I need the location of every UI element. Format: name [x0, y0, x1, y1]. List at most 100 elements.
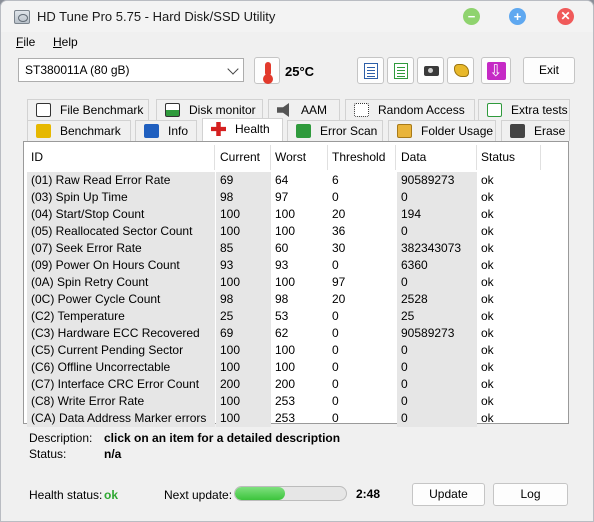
table-row[interactable]: (01) Raw Read Error Rate 69 64 6 90589273 ok	[27, 172, 565, 189]
menu-help[interactable]: Help	[53, 35, 78, 49]
column-header-data[interactable]: Data	[397, 145, 477, 170]
health-cross-icon	[211, 122, 226, 136]
hands-button[interactable]	[447, 57, 474, 84]
tab-random-access[interactable]: Random Access	[345, 99, 475, 120]
table-row[interactable]: (C3) Hardware ECC Recovered 69 62 0 90589273…	[27, 325, 565, 342]
cell-data: 382343073	[397, 240, 477, 257]
column-header-id[interactable]: ID	[27, 145, 215, 170]
tab-error-scan[interactable]: Error Scan	[287, 120, 383, 141]
tab-health[interactable]: Health	[202, 118, 283, 141]
update-button[interactable]: Update	[412, 483, 485, 506]
drive-select-value: ST380011A (80 gB)	[25, 63, 130, 77]
health-status-value: ok	[104, 488, 119, 502]
tab-health-label: Health	[235, 122, 270, 136]
drive-select[interactable]: ST380011A (80 gB)	[18, 58, 244, 82]
tab-extra-tests[interactable]: Extra tests	[478, 99, 570, 120]
cell-worst: 98	[275, 292, 289, 306]
cell-status: ok	[481, 309, 494, 323]
cell-data: 0	[397, 274, 477, 291]
cell-status: ok	[481, 173, 494, 187]
cell-data: 0	[397, 393, 477, 410]
column-header-status[interactable]: Status	[477, 145, 541, 170]
cell-worst: 97	[275, 190, 289, 204]
table-row[interactable]: (05) Reallocated Sector Count 100 100 36 0 ok	[27, 223, 565, 240]
smart-table: ID Current Worst Threshold Data Status (…	[27, 145, 565, 427]
description-value: click on an item for a detailed descript…	[104, 431, 341, 445]
log-button[interactable]: Log	[493, 483, 568, 506]
cell-threshold: 0	[332, 343, 339, 357]
cell-id: (C3) Hardware ECC Recovered	[27, 325, 215, 342]
table-row[interactable]: (C8) Write Error Rate 100 253 0 0 ok	[27, 393, 565, 410]
table-row[interactable]: (C6) Offline Uncorrectable 100 100 0 0 ok	[27, 359, 565, 376]
cell-data: 2528	[397, 291, 477, 308]
tab-info[interactable]: Info	[135, 120, 197, 141]
lightbulb-icon	[36, 124, 51, 138]
save-button[interactable]	[481, 57, 511, 84]
copy-text-button[interactable]	[357, 57, 384, 84]
health-status-label: Health status:	[29, 488, 103, 502]
tab-aam[interactable]: AAM	[268, 99, 340, 120]
tab-random-access-label: Random Access	[378, 103, 465, 117]
cell-threshold: 20	[332, 292, 346, 306]
cell-current: 100	[216, 410, 271, 427]
cell-threshold: 0	[332, 411, 339, 425]
cell-data: 194	[397, 206, 477, 223]
cell-threshold: 97	[332, 275, 346, 289]
exit-button[interactable]: Exit	[523, 57, 575, 84]
tab-extra-tests-label: Extra tests	[511, 103, 568, 117]
cell-status: ok	[481, 377, 494, 391]
temperature-readout: 25°C	[285, 64, 315, 79]
table-row[interactable]: (03) Spin Up Time 98 97 0 0 ok	[27, 189, 565, 206]
tab-file-benchmark-label: File Benchmark	[60, 103, 144, 117]
disk-monitor-icon	[165, 103, 180, 117]
cell-id: (0A) Spin Retry Count	[27, 274, 215, 291]
cell-worst: 100	[275, 343, 296, 357]
cell-current: 98	[216, 291, 271, 308]
table-row[interactable]: (04) Start/Stop Count 100 100 20 194 ok	[27, 206, 565, 223]
cell-worst: 64	[275, 173, 289, 187]
maximize-button[interactable]: +	[509, 8, 526, 25]
cell-data: 0	[397, 342, 477, 359]
status-label: Status:	[29, 447, 67, 461]
cell-data: 90589273	[397, 172, 477, 189]
cell-id: (0C) Power Cycle Count	[27, 291, 215, 308]
table-row[interactable]: (C7) Interface CRC Error Count 200 200 0 0 ok	[27, 376, 565, 393]
column-header-threshold[interactable]: Threshold	[328, 145, 396, 170]
tab-folder-usage[interactable]: Folder Usage	[388, 120, 496, 141]
screenshot-button[interactable]	[417, 57, 444, 84]
table-row[interactable]: (07) Seek Error Rate 85 60 30 382343073 ok	[27, 240, 565, 257]
tab-disk-monitor[interactable]: Disk monitor	[156, 99, 263, 120]
close-button[interactable]: ✕	[557, 8, 574, 25]
cell-status: ok	[481, 207, 494, 221]
table-row[interactable]: (0C) Power Cycle Count 98 98 20 2528 ok	[27, 291, 565, 308]
cell-current: 100	[216, 206, 271, 223]
copy-green-button[interactable]	[387, 57, 414, 84]
status-value: n/a	[104, 447, 122, 461]
temperature-button[interactable]	[254, 57, 280, 84]
table-row[interactable]: (09) Power On Hours Count 93 93 0 6360 ok	[27, 257, 565, 274]
column-header-worst[interactable]: Worst	[271, 145, 328, 170]
tab-benchmark[interactable]: Benchmark	[27, 120, 131, 141]
menu-file[interactable]: File	[16, 35, 35, 49]
cell-id: (C7) Interface CRC Error Count	[27, 376, 215, 393]
table-row[interactable]: (C2) Temperature 25 53 0 25 ok	[27, 308, 565, 325]
cell-data: 0	[397, 189, 477, 206]
minimize-button[interactable]: −	[463, 8, 480, 25]
cell-current: 69	[216, 172, 271, 189]
tab-error-scan-label: Error Scan	[320, 124, 378, 138]
cell-status: ok	[481, 190, 494, 204]
cell-id: (C2) Temperature	[27, 308, 215, 325]
window-title: HD Tune Pro 5.75 - Hard Disk/SSD Utility	[37, 9, 276, 24]
cell-status: ok	[481, 258, 494, 272]
tab-disk-monitor-label: Disk monitor	[189, 103, 256, 117]
cell-threshold: 0	[332, 377, 339, 391]
tab-erase[interactable]: Erase	[501, 120, 570, 141]
table-row[interactable]: (CA) Data Address Marker errors 100 253 0 0 o…	[27, 410, 565, 427]
speaker-icon	[277, 103, 289, 117]
cell-threshold: 20	[332, 207, 346, 221]
table-row[interactable]: (0A) Spin Retry Count 100 100 97 0 ok	[27, 274, 565, 291]
cell-id: (09) Power On Hours Count	[27, 257, 215, 274]
table-row[interactable]: (C5) Current Pending Sector 100 100 0 0 ok	[27, 342, 565, 359]
tab-file-benchmark[interactable]: File Benchmark	[27, 99, 149, 120]
column-header-current[interactable]: Current	[216, 145, 271, 170]
